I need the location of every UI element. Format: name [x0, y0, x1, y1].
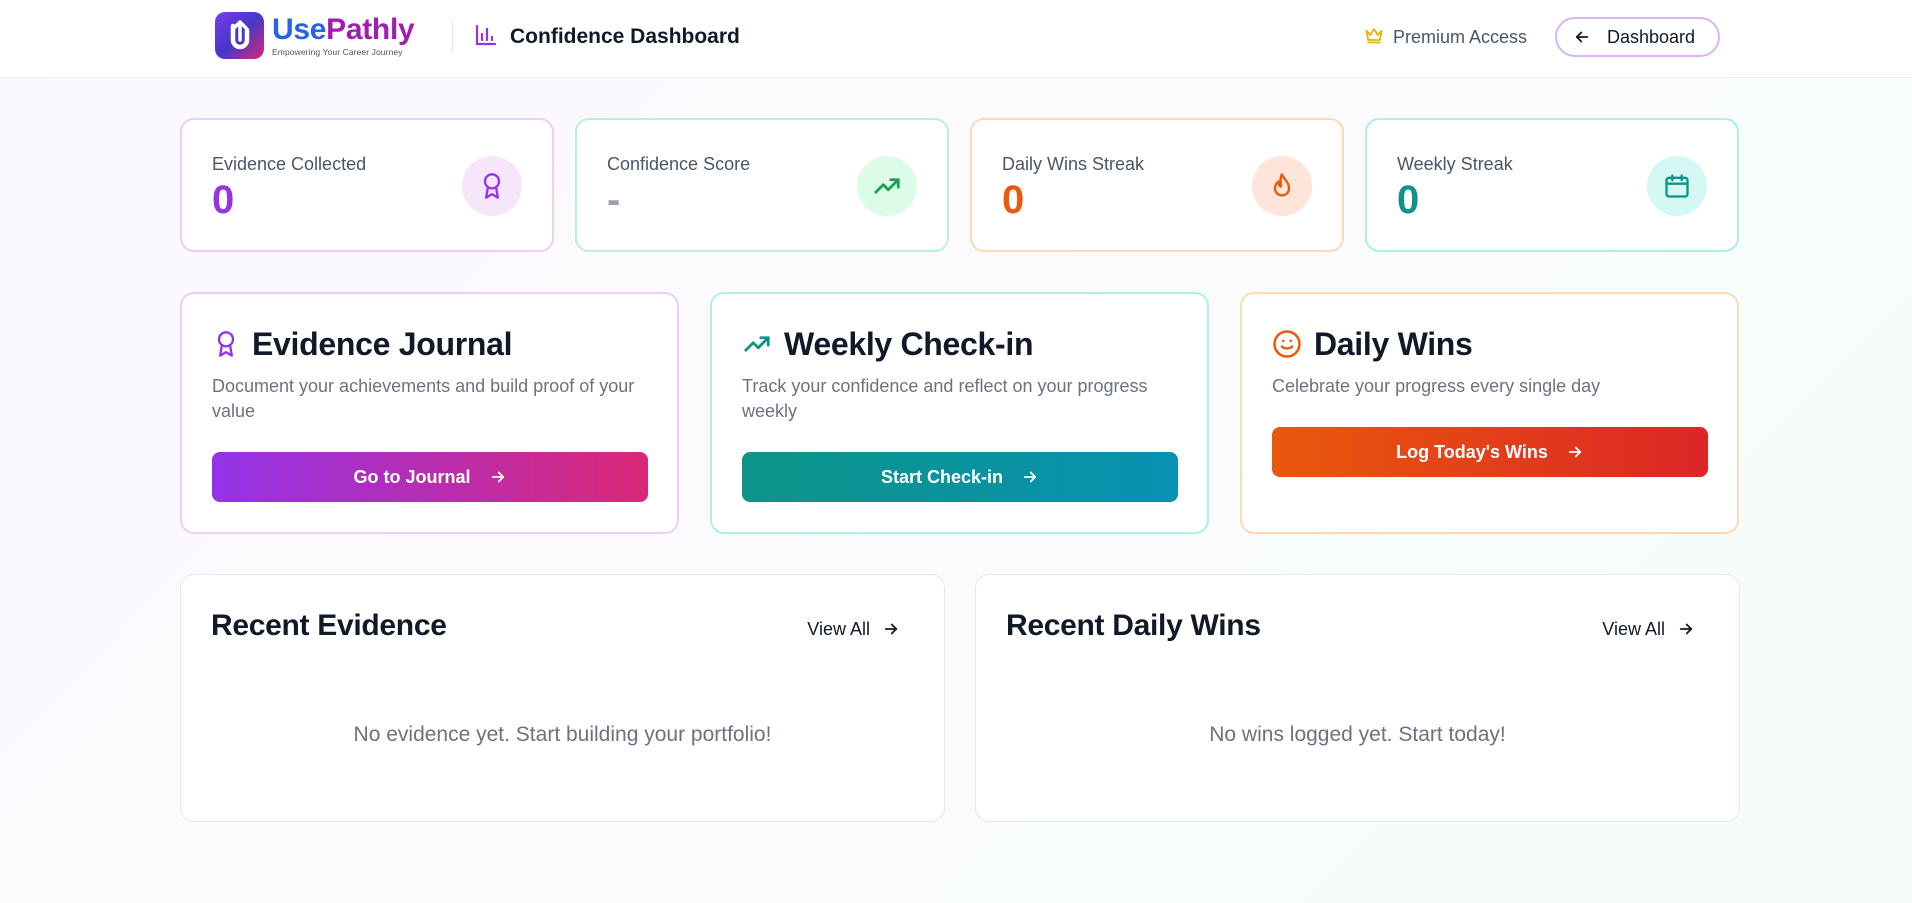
evidence-journal-card: Evidence Journal Document your achieveme…: [180, 292, 679, 534]
view-all-label: View All: [807, 618, 870, 639]
stat-value: 0: [212, 178, 235, 222]
arrow-right-icon: [1677, 620, 1695, 638]
logo-mark-icon: [215, 11, 264, 59]
logo-tagline: Empowering Your Career Journey: [272, 46, 403, 57]
award-icon: [462, 156, 522, 216]
stat-card-evidence-collected: Evidence Collected 0: [180, 118, 554, 252]
empty-state-message: No wins logged yet. Start today!: [1209, 723, 1506, 746]
premium-access: Premium Access: [1364, 24, 1527, 50]
button-label: Log Today's Wins: [1396, 441, 1548, 462]
trending-up-icon: [742, 329, 772, 359]
page-title: Confidence Dashboard: [510, 25, 740, 48]
dashboard-button[interactable]: Dashboard: [1555, 17, 1720, 57]
stat-value: 0: [1397, 178, 1420, 222]
daily-wins-card: Daily Wins Celebrate your progress every…: [1240, 292, 1739, 534]
stat-label: Evidence Collected: [212, 154, 367, 174]
stat-value: -: [607, 178, 621, 222]
stat-card-daily-wins-streak: Daily Wins Streak 0: [970, 118, 1344, 252]
arrow-left-icon: [1573, 28, 1591, 46]
view-all-label: View All: [1602, 618, 1665, 639]
view-all-evidence-button[interactable]: View All: [807, 615, 900, 643]
arrow-right-icon: [882, 620, 900, 638]
stat-card-weekly-streak: Weekly Streak 0: [1365, 118, 1739, 252]
stat-label: Daily Wins Streak: [1002, 154, 1145, 174]
card-title: Weekly Check-in: [784, 325, 1034, 362]
stat-card-confidence-score: Confidence Score -: [575, 118, 949, 252]
top-header: UsePathly Empowering Your Career Journey…: [0, 0, 1912, 78]
button-label: Go to Journal: [353, 466, 471, 487]
stat-value: 0: [1002, 178, 1025, 222]
stat-label: Confidence Score: [607, 154, 751, 174]
calendar-icon: [1647, 156, 1707, 216]
card-description: Track your confidence and reflect on you…: [742, 376, 1148, 421]
header-divider: [452, 21, 453, 53]
weekly-checkin-card: Weekly Check-in Track your confidence an…: [710, 292, 1209, 534]
trending-up-icon: [857, 156, 917, 216]
card-description: Celebrate your progress every single day: [1272, 376, 1601, 396]
flame-icon: [1252, 156, 1312, 216]
go-to-journal-button[interactable]: Go to Journal: [212, 452, 648, 502]
view-all-wins-button[interactable]: View All: [1602, 615, 1695, 643]
card-title: Evidence Journal: [252, 325, 513, 362]
arrow-right-icon: [1021, 468, 1039, 486]
arrow-right-icon: [489, 468, 507, 486]
card-description: Document your achievements and build pro…: [212, 376, 635, 421]
stat-label: Weekly Streak: [1397, 154, 1513, 174]
bar-chart-icon: [474, 23, 498, 52]
crown-icon: [1364, 25, 1384, 50]
panel-title: Recent Daily Wins: [1006, 609, 1261, 642]
start-checkin-button[interactable]: Start Check-in: [742, 452, 1178, 502]
log-todays-wins-button[interactable]: Log Today's Wins: [1272, 427, 1708, 477]
logo-name: UsePathly: [272, 12, 415, 46]
usepathly-logo[interactable]: UsePathly Empowering Your Career Journey: [215, 11, 415, 59]
card-title: Daily Wins: [1314, 325, 1473, 362]
recent-daily-wins-panel: Recent Daily Wins View All No wins logge…: [975, 574, 1740, 822]
dashboard-button-label: Dashboard: [1607, 26, 1696, 47]
button-label: Start Check-in: [880, 466, 1004, 487]
smile-icon: [1272, 329, 1302, 359]
arrow-right-icon: [1566, 443, 1584, 461]
award-icon: [212, 328, 240, 360]
panel-title: Recent Evidence: [211, 609, 447, 642]
empty-state-message: No evidence yet. Start building your por…: [353, 723, 772, 746]
premium-label: Premium Access: [1393, 26, 1528, 47]
recent-evidence-panel: Recent Evidence View All No evidence yet…: [180, 574, 945, 822]
